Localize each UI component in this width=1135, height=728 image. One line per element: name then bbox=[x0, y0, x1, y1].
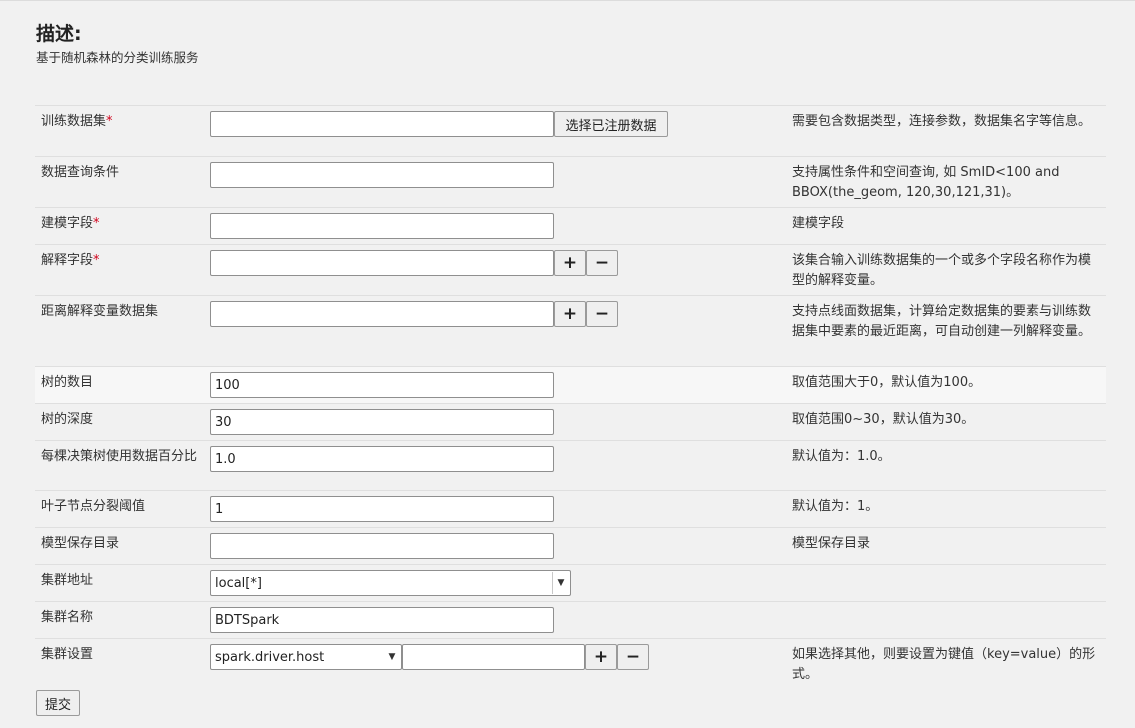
train-dataset-label-text: 训练数据集 bbox=[41, 114, 107, 129]
sample-ratio-label: 每棵决策树使用数据百分比 bbox=[41, 449, 198, 464]
remove-distance-dataset-button[interactable]: − bbox=[586, 301, 618, 327]
model-dir-help: 模型保存目录 bbox=[792, 536, 871, 551]
add-cluster-setting-button[interactable]: + bbox=[585, 644, 617, 670]
sample-ratio-input[interactable] bbox=[210, 446, 554, 472]
chevron-down-icon: ▼ bbox=[388, 652, 396, 662]
minus-icon: − bbox=[625, 647, 641, 667]
model-dir-label: 模型保存目录 bbox=[41, 536, 120, 551]
page: 描述: 基于随机森林的分类训练服务 训练数据集* 选择已注册数据 需要包含数据类… bbox=[0, 0, 1135, 728]
row-split-threshold: 叶子节点分裂阈值 默认值为：1。 bbox=[35, 490, 1106, 527]
cluster-name-label: 集群名称 bbox=[41, 610, 94, 625]
split-threshold-input[interactable] bbox=[210, 496, 554, 522]
tree-count-help: 取值范围大于0，默认值为100。 bbox=[792, 375, 982, 390]
select-registered-data-button[interactable]: 选择已注册数据 bbox=[554, 111, 668, 137]
row-tree-depth: 树的深度 取值范围0~30，默认值为30。 bbox=[35, 403, 1106, 440]
row-train-dataset: 训练数据集* 选择已注册数据 需要包含数据类型，连接参数，数据集名字等信息。 bbox=[35, 105, 1106, 156]
query-help: 支持属性条件和空间查询, 如 SmID<100 and BBOX(the_geo… bbox=[792, 165, 1060, 200]
explain-field-input[interactable] bbox=[210, 250, 554, 276]
tree-count-input[interactable] bbox=[210, 372, 554, 398]
tree-depth-label: 树的深度 bbox=[41, 412, 94, 427]
train-dataset-label: 训练数据集* bbox=[41, 113, 206, 131]
split-threshold-label: 叶子节点分裂阈值 bbox=[41, 499, 146, 514]
row-cluster-name: 集群名称 bbox=[35, 601, 1106, 638]
row-explain-field: 解释字段* + − 该集合输入训练数据集的一个或多个字段名称作为模型的解释变量。 bbox=[35, 244, 1106, 295]
cluster-settings-key-selected: spark.driver.host bbox=[215, 649, 325, 665]
row-model-field: 建模字段* 建模字段 bbox=[35, 207, 1106, 244]
tree-depth-input[interactable] bbox=[210, 409, 554, 435]
explain-field-help: 该集合输入训练数据集的一个或多个字段名称作为模型的解释变量。 bbox=[792, 253, 1092, 288]
tree-depth-help: 取值范围0~30，默认值为30。 bbox=[792, 412, 975, 427]
model-field-label: 建模字段* bbox=[41, 215, 206, 233]
plus-icon: + bbox=[562, 253, 578, 273]
cluster-address-label: 集群地址 bbox=[41, 573, 94, 588]
description-title: 描述: bbox=[36, 23, 82, 45]
distance-dataset-label: 距离解释变量数据集 bbox=[41, 304, 159, 319]
train-dataset-input[interactable] bbox=[210, 111, 554, 137]
train-dataset-help: 需要包含数据类型，连接参数，数据集名字等信息。 bbox=[792, 114, 1092, 129]
split-threshold-help: 默认值为：1。 bbox=[792, 499, 879, 514]
row-model-dir: 模型保存目录 模型保存目录 bbox=[35, 527, 1106, 564]
plus-icon: + bbox=[562, 304, 578, 324]
row-distance-dataset: 距离解释变量数据集 + − 支持点线面数据集，计算给定数据集的要素与训练数据集中… bbox=[35, 295, 1106, 366]
distance-dataset-input[interactable] bbox=[210, 301, 554, 327]
tree-count-label: 树的数目 bbox=[41, 375, 94, 390]
cluster-settings-help: 如果选择其他，则要设置为键值（key=value）的形式。 bbox=[792, 647, 1096, 682]
query-input[interactable] bbox=[210, 162, 554, 188]
required-mark: * bbox=[106, 114, 113, 129]
submit-button[interactable]: 提交 bbox=[36, 690, 80, 716]
model-field-label-text: 建模字段 bbox=[41, 216, 94, 231]
model-dir-input[interactable] bbox=[210, 533, 554, 559]
row-query: 数据查询条件 支持属性条件和空间查询, 如 SmID<100 and BBOX(… bbox=[35, 156, 1106, 207]
chevron-down-icon: ▼ bbox=[552, 572, 569, 594]
remove-cluster-setting-button[interactable]: − bbox=[617, 644, 649, 670]
remove-explain-field-button[interactable]: − bbox=[586, 250, 618, 276]
query-label: 数据查询条件 bbox=[41, 165, 120, 180]
cluster-settings-value-input[interactable] bbox=[402, 644, 585, 670]
cluster-settings-key-select[interactable]: spark.driver.host ▼ bbox=[210, 644, 402, 670]
minus-icon: − bbox=[594, 304, 610, 324]
parameter-form: 训练数据集* 选择已注册数据 需要包含数据类型，连接参数，数据集名字等信息。 数… bbox=[35, 105, 1106, 688]
required-mark: * bbox=[93, 253, 100, 268]
cluster-name-input[interactable] bbox=[210, 607, 554, 633]
row-cluster-settings: 集群设置 spark.driver.host ▼ + − 如果选择其他，则要设置… bbox=[35, 638, 1106, 688]
cluster-address-select[interactable]: local[*] ▼ bbox=[210, 570, 571, 596]
add-distance-dataset-button[interactable]: + bbox=[554, 301, 586, 327]
sample-ratio-help: 默认值为：1.0。 bbox=[792, 449, 891, 464]
cluster-address-selected: local[*] bbox=[215, 575, 262, 591]
distance-dataset-help: 支持点线面数据集，计算给定数据集的要素与训练数据集中要素的最近距离，可自动创建一… bbox=[792, 304, 1092, 339]
plus-icon: + bbox=[593, 647, 609, 667]
add-explain-field-button[interactable]: + bbox=[554, 250, 586, 276]
row-tree-count: 树的数目 取值范围大于0，默认值为100。 bbox=[35, 366, 1106, 403]
description-text: 基于随机森林的分类训练服务 bbox=[36, 50, 199, 65]
row-cluster-address: 集群地址 local[*] ▼ bbox=[35, 564, 1106, 601]
explain-field-label: 解释字段* bbox=[41, 252, 206, 270]
required-mark: * bbox=[93, 216, 100, 231]
model-field-input[interactable] bbox=[210, 213, 554, 239]
row-sample-ratio: 每棵决策树使用数据百分比 默认值为：1.0。 bbox=[35, 440, 1106, 490]
model-field-help: 建模字段 bbox=[792, 216, 845, 231]
cluster-settings-label: 集群设置 bbox=[41, 647, 94, 662]
minus-icon: − bbox=[594, 253, 610, 273]
explain-field-label-text: 解释字段 bbox=[41, 253, 94, 268]
